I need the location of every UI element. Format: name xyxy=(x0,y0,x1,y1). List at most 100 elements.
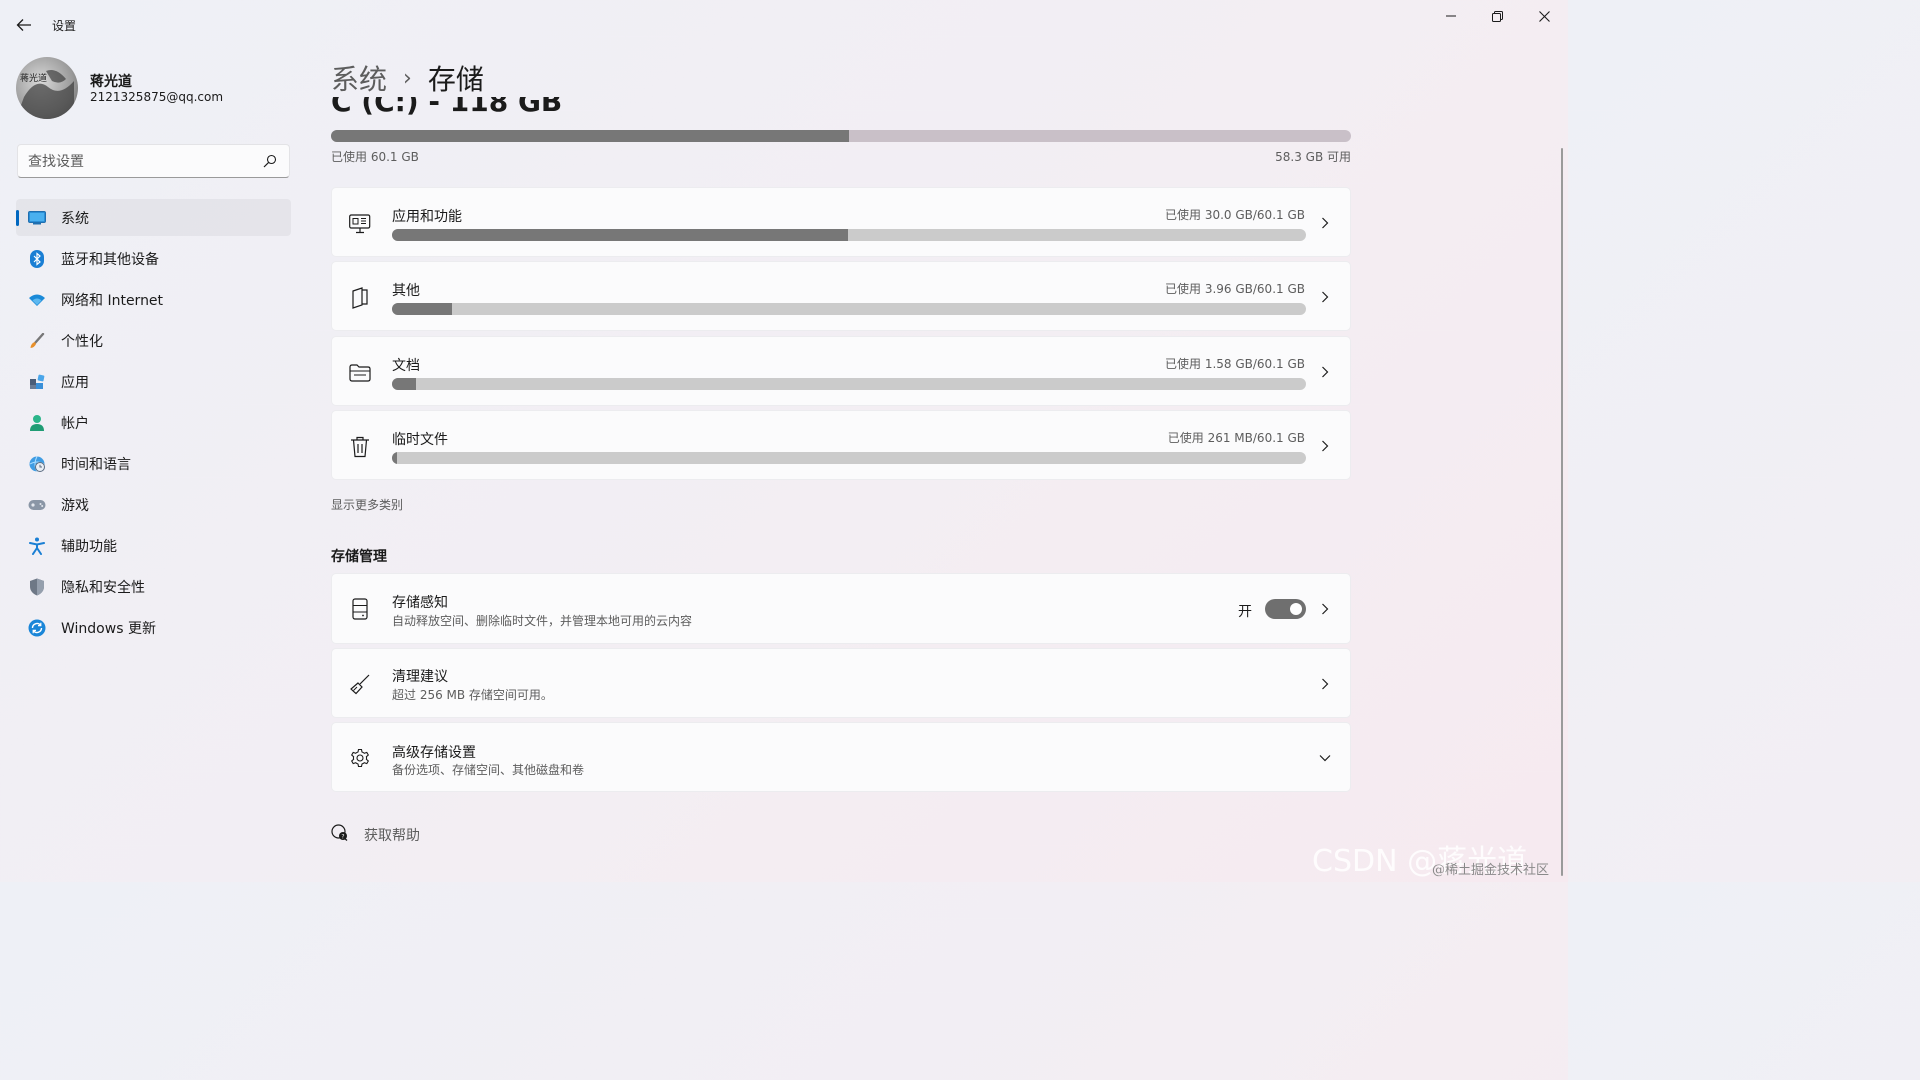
category-usage: 已使用 261 MB/60.1 GB xyxy=(1167,431,1305,445)
app-title: 设置 xyxy=(52,19,77,33)
storage-management-heading: 存储管理 xyxy=(331,549,387,565)
sidebar-item-label: Windows 更新 xyxy=(61,620,156,637)
bluetooth-icon xyxy=(27,249,47,269)
sidebar-item-label: 应用 xyxy=(61,374,89,391)
sidebar-item-accounts[interactable]: 帐户 xyxy=(16,404,291,441)
update-icon xyxy=(27,618,47,638)
category-title: 临时文件 xyxy=(392,432,448,448)
sidebar-item-label: 辅助功能 xyxy=(61,538,117,555)
chevron-right-icon xyxy=(1318,365,1332,379)
sidebar-item-time-language[interactable]: 时间和语言 xyxy=(16,445,291,482)
storage-sense-card[interactable]: 存储感知 自动释放空间、删除临时文件，并管理本地可用的云内容 开 xyxy=(331,573,1351,644)
sidebar-item-label: 蓝牙和其他设备 xyxy=(61,251,159,268)
profile-email: 2121325875@qq.com xyxy=(90,90,224,104)
sidebar-item-apps[interactable]: 应用 xyxy=(16,363,291,400)
drive-usage-fill xyxy=(331,130,850,142)
person-icon xyxy=(27,413,47,433)
accessibility-icon xyxy=(27,536,47,556)
trash-icon xyxy=(348,435,372,459)
restore-button[interactable] xyxy=(1474,6,1520,26)
avatar: 蒋光道 xyxy=(16,57,78,119)
storage-sense-toggle-label: 开 xyxy=(1238,604,1252,620)
broom-icon xyxy=(348,672,372,696)
advanced-storage-settings-card[interactable]: 高级存储设置 备份选项、存储空间、其他磁盘和卷 xyxy=(331,722,1351,792)
category-usage: 已使用 3.96 GB/60.1 GB xyxy=(1165,282,1305,296)
sidebar-item-accessibility[interactable]: 辅助功能 xyxy=(16,527,291,564)
storage-sense-title: 存储感知 xyxy=(392,595,448,611)
sidebar-item-bluetooth[interactable]: 蓝牙和其他设备 xyxy=(16,240,291,277)
user-profile[interactable]: 蒋光道 蒋光道 2121325875@qq.com xyxy=(16,57,296,119)
monitor-icon xyxy=(27,208,47,228)
sidebar-nav: 系统 蓝牙和其他设备 网络和 Internet 个性化 应用 帐户 时间和语言 … xyxy=(16,199,291,650)
close-button[interactable] xyxy=(1521,6,1567,26)
chevron-right-icon xyxy=(1318,290,1332,304)
help-chat-icon: ? xyxy=(331,824,349,846)
breadcrumb-separator-icon: › xyxy=(403,65,412,91)
category-usage-fill xyxy=(392,378,416,390)
sidebar-item-windows-update[interactable]: Windows 更新 xyxy=(16,609,291,646)
vertical-scrollbar[interactable] xyxy=(1561,148,1563,876)
drive-used-label: 已使用 60.1 GB xyxy=(331,150,419,164)
search-icon[interactable] xyxy=(263,153,279,169)
category-usage: 已使用 1.58 GB/60.1 GB xyxy=(1165,357,1305,371)
advanced-storage-title: 高级存储设置 xyxy=(392,745,476,761)
drive-title: C (C:) - 118 GB xyxy=(331,97,563,117)
get-help-link[interactable]: ? 获取帮助 xyxy=(331,824,420,846)
sidebar-item-label: 游戏 xyxy=(61,497,89,514)
sidebar-item-privacy[interactable]: 隐私和安全性 xyxy=(16,568,291,605)
title-bar: 设置 xyxy=(0,0,1568,48)
category-usage-fill xyxy=(392,229,849,241)
category-usage-bar xyxy=(392,452,1306,464)
folder-icon xyxy=(348,361,372,385)
chevron-right-icon xyxy=(1318,439,1332,453)
minimize-button[interactable] xyxy=(1428,6,1474,26)
sidebar-item-gaming[interactable]: 游戏 xyxy=(16,486,291,523)
sidebar-item-network[interactable]: 网络和 Internet xyxy=(16,281,291,318)
drive-usage-bar xyxy=(331,130,1351,142)
storage-sense-toggle[interactable] xyxy=(1265,599,1306,619)
wifi-icon xyxy=(27,290,47,310)
sidebar-item-label: 帐户 xyxy=(61,415,89,432)
show-more-categories-link[interactable]: 显示更多类别 xyxy=(331,496,403,513)
advanced-storage-subtitle: 备份选项、存储空间、其他磁盘和卷 xyxy=(392,763,585,777)
category-card-documents[interactable]: 文档 已使用 1.58 GB/60.1 GB xyxy=(331,336,1351,406)
settings-search-box[interactable] xyxy=(17,144,290,178)
cleanup-recommendations-card[interactable]: 清理建议 超过 256 MB 存储空间可用。 xyxy=(331,648,1351,718)
category-usage: 已使用 30.0 GB/60.1 GB xyxy=(1165,208,1305,222)
close-icon xyxy=(1538,10,1550,22)
breadcrumb-parent[interactable]: 系统 xyxy=(331,58,387,98)
back-arrow-icon xyxy=(16,19,31,31)
gear-icon xyxy=(348,746,372,770)
restore-icon xyxy=(1491,10,1503,22)
sidebar-item-system[interactable]: 系统 xyxy=(16,199,291,236)
drive-free-label: 58.3 GB 可用 xyxy=(1275,150,1351,164)
sidebar-item-label: 时间和语言 xyxy=(61,456,131,473)
other-files-icon xyxy=(348,286,372,310)
profile-name: 蒋光道 xyxy=(90,74,132,90)
svg-text:蒋光道: 蒋光道 xyxy=(20,72,47,84)
sidebar-item-personalization[interactable]: 个性化 xyxy=(16,322,291,359)
brush-icon xyxy=(27,331,47,351)
sidebar-item-label: 个性化 xyxy=(61,333,103,350)
svg-text:?: ? xyxy=(341,833,344,840)
globe-clock-icon xyxy=(27,454,47,474)
storage-sense-icon xyxy=(348,597,372,621)
back-button[interactable] xyxy=(12,14,36,36)
sidebar-item-label: 系统 xyxy=(61,210,89,227)
chevron-down-icon xyxy=(1318,751,1332,765)
category-card-other[interactable]: 其他 已使用 3.96 GB/60.1 GB xyxy=(331,261,1351,331)
chevron-right-icon xyxy=(1318,216,1332,230)
search-input[interactable] xyxy=(28,152,258,172)
category-usage-bar xyxy=(392,378,1306,390)
sidebar-item-label: 网络和 Internet xyxy=(61,292,164,309)
cleanup-subtitle: 超过 256 MB 存储空间可用。 xyxy=(392,688,553,702)
category-usage-fill xyxy=(392,452,398,464)
page-title: 存储 xyxy=(427,63,484,96)
category-usage-fill xyxy=(392,303,453,315)
category-usage-bar xyxy=(392,303,1306,315)
category-card-apps[interactable]: 应用和功能 已使用 30.0 GB/60.1 GB xyxy=(331,187,1351,257)
category-usage-bar xyxy=(392,229,1306,241)
chevron-right-icon xyxy=(1318,602,1332,616)
category-card-temp-files[interactable]: 临时文件 已使用 261 MB/60.1 GB xyxy=(331,410,1351,480)
toggle-knob xyxy=(1290,603,1302,615)
